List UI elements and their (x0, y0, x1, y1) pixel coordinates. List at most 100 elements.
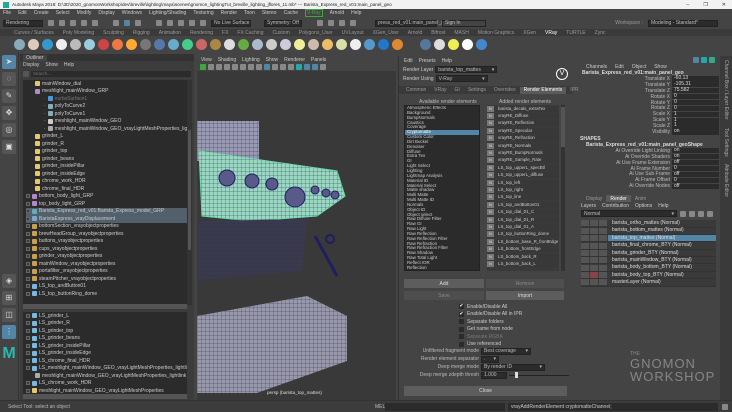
shelf-tab[interactable]: MASH (454, 30, 468, 36)
option-checkbox[interactable]: ✔ Enable/Disable All in IPR (459, 311, 522, 319)
outliner-item[interactable]: LS_meshlight_mainWindow_GEO_vrayLightMes… (26, 365, 187, 373)
tab-render-elements[interactable]: Render Elements (519, 86, 567, 94)
shelf-tab[interactable]: XGen (523, 30, 536, 36)
expand-toggle[interactable] (26, 231, 30, 236)
layer-visibility-toggle[interactable] (581, 227, 589, 234)
workspace-dropdown[interactable]: Modeling - Standard* (648, 19, 718, 27)
added-element[interactable]: N LS_top_upperL_specBtl (487, 164, 559, 171)
expand-toggle[interactable] (26, 343, 30, 348)
expand-toggle[interactable] (26, 381, 30, 386)
side-tab[interactable]: Attribute Editor (723, 160, 729, 201)
lights-icon[interactable] (280, 64, 286, 70)
vray-shelf-tool-icon[interactable] (28, 38, 39, 50)
menu-cache[interactable]: Cache (284, 10, 298, 16)
layer-visibility-toggle[interactable] (581, 220, 589, 227)
added-element[interactable]: N LS_top_left (487, 179, 559, 186)
outliner-item[interactable]: LS_grinder_insideEdge (26, 350, 187, 358)
added-element[interactable]: N LS_top_right (487, 186, 559, 193)
grid-icon[interactable] (232, 64, 238, 70)
layer-menu-options[interactable]: Options (635, 203, 652, 209)
render-layer-row[interactable]: masterLayer (Normal) (581, 279, 716, 287)
option-checkbox[interactable]: Separate folders (459, 318, 522, 326)
vray-shelf-tool-icon[interactable] (182, 38, 193, 50)
added-element[interactable]: N LS_top_andButton01 (487, 201, 559, 208)
menu-create[interactable]: Create (34, 10, 49, 16)
viewport-panel[interactable]: View Shading Lighting Show Renderer Panels pe… (197, 56, 396, 400)
image-plane-icon[interactable] (224, 64, 230, 70)
attribute-value[interactable]: 1 (672, 111, 719, 117)
tool-settings-icon[interactable] (709, 56, 715, 63)
tab-settings[interactable]: Settings (464, 87, 490, 94)
shelf-tab[interactable]: Custom (273, 30, 290, 36)
layer-menu-layers[interactable]: Layers (581, 203, 596, 209)
element-toggle-button[interactable]: N (487, 223, 494, 230)
attribute-value[interactable]: off (672, 183, 719, 189)
element-toggle-button[interactable]: N (487, 150, 494, 157)
vray-shelf-tool-icon[interactable] (392, 38, 403, 50)
outliner-item[interactable]: LS_chrome_work_HDR (26, 380, 187, 388)
added-element[interactable]: NvrayRE_Normals (487, 142, 559, 149)
outliner-lower-hscrollbar[interactable] (23, 394, 187, 399)
command-line-input[interactable] (385, 402, 505, 411)
textured-icon[interactable] (272, 64, 278, 70)
available-elements-list[interactable]: Atmospheric Effects Background BumpNormals… (404, 105, 480, 271)
expand-toggle[interactable] (26, 246, 30, 251)
outliner-item[interactable]: LS_grinder_L (26, 312, 187, 320)
shelf-tab[interactable]: Animation (159, 30, 181, 36)
vray-shelf-tool-icon[interactable] (238, 38, 249, 50)
menu-render[interactable]: Render (221, 10, 237, 16)
script-editor-icon[interactable] (722, 403, 728, 410)
vray-shelf-tool-icon[interactable] (336, 38, 347, 50)
outliner-filter-icon[interactable] (23, 70, 29, 77)
vray-shelf-tool-icon[interactable] (42, 38, 53, 50)
close-window-button[interactable]: ✕ (722, 2, 726, 8)
outliner-item[interactable]: grinder_beans (26, 155, 187, 163)
render-layer-row[interactable]: barista_body_bottom_BTY (Normal) (581, 264, 716, 272)
outliner-item[interactable]: buttons_vrayobjectproperties (26, 238, 187, 246)
menu-file[interactable]: File (3, 10, 11, 16)
outliner-item[interactable]: cups_vrayobjectproperties (26, 245, 187, 253)
vray-shelf-tool-icon[interactable] (476, 38, 487, 50)
channel-box-icon[interactable] (693, 56, 699, 63)
outliner-item[interactable]: meshlight_mainWindow_GEO_vrayLightMeshPr… (26, 372, 187, 380)
attribute-editor-icon[interactable] (701, 56, 707, 63)
vray-shelf-tool-icon[interactable] (308, 38, 319, 50)
layout-two-icon[interactable]: ◫ (2, 308, 16, 322)
added-element[interactable]: N LS_top_dial_01_C (487, 208, 559, 216)
vray-shelf-tool-icon[interactable] (280, 38, 291, 50)
expand-toggle[interactable] (26, 388, 30, 393)
expand-toggle[interactable] (26, 201, 30, 206)
outliner-item[interactable]: top_body_light_GRP (26, 200, 187, 208)
added-element[interactable]: NvrayRE_Refraction (487, 135, 559, 142)
bookmark-icon[interactable] (216, 64, 222, 70)
channel-box-menu-channels[interactable]: Channels (586, 64, 607, 70)
vray-shelf-tool-icon[interactable] (252, 38, 263, 50)
render-layer-dropdown[interactable]: barista_top_mattes ▾ (435, 66, 498, 73)
layer-solo-toggle[interactable] (590, 272, 598, 279)
shelf-tab[interactable]: Poly Modeling (63, 30, 94, 36)
camera-select-icon[interactable] (200, 64, 206, 70)
element-toggle-button[interactable]: N (487, 142, 494, 149)
vray-shelf-tool-icon[interactable] (14, 38, 25, 50)
layer-tab-render[interactable]: Render (606, 195, 631, 203)
layer-visibility-toggle[interactable] (581, 264, 589, 271)
outliner-item[interactable]: LS_grinder_R (26, 320, 187, 328)
move-layer-down-icon[interactable] (707, 210, 713, 217)
command-language-toggle[interactable]: MEL (375, 404, 385, 410)
expand-toggle[interactable] (26, 284, 30, 289)
attribute-value[interactable]: 0 (672, 165, 719, 172)
render-layer-row[interactable]: barista_bottom_mattes (Normal) (581, 227, 716, 235)
camera-attributes-icon[interactable] (208, 64, 214, 70)
checkbox-box[interactable] (459, 341, 464, 347)
render-settings-menu-help[interactable]: Help (442, 58, 452, 64)
layer-tab-anim[interactable]: Anim (631, 195, 650, 202)
layer-solo-toggle[interactable] (590, 220, 598, 227)
layer-solo-toggle[interactable] (590, 249, 598, 256)
added-element[interactable]: N LS_top_line (487, 194, 559, 201)
vray-shelf-tool-icon[interactable] (126, 38, 137, 50)
shelf-tab[interactable]: Arnold (408, 30, 422, 36)
shelf-tab[interactable]: FX (222, 30, 228, 36)
menu-lighting-shading[interactable]: Lighting/Shading (149, 10, 186, 16)
menu-help[interactable]: Help (351, 10, 361, 16)
layer-visibility-toggle[interactable] (581, 242, 589, 249)
